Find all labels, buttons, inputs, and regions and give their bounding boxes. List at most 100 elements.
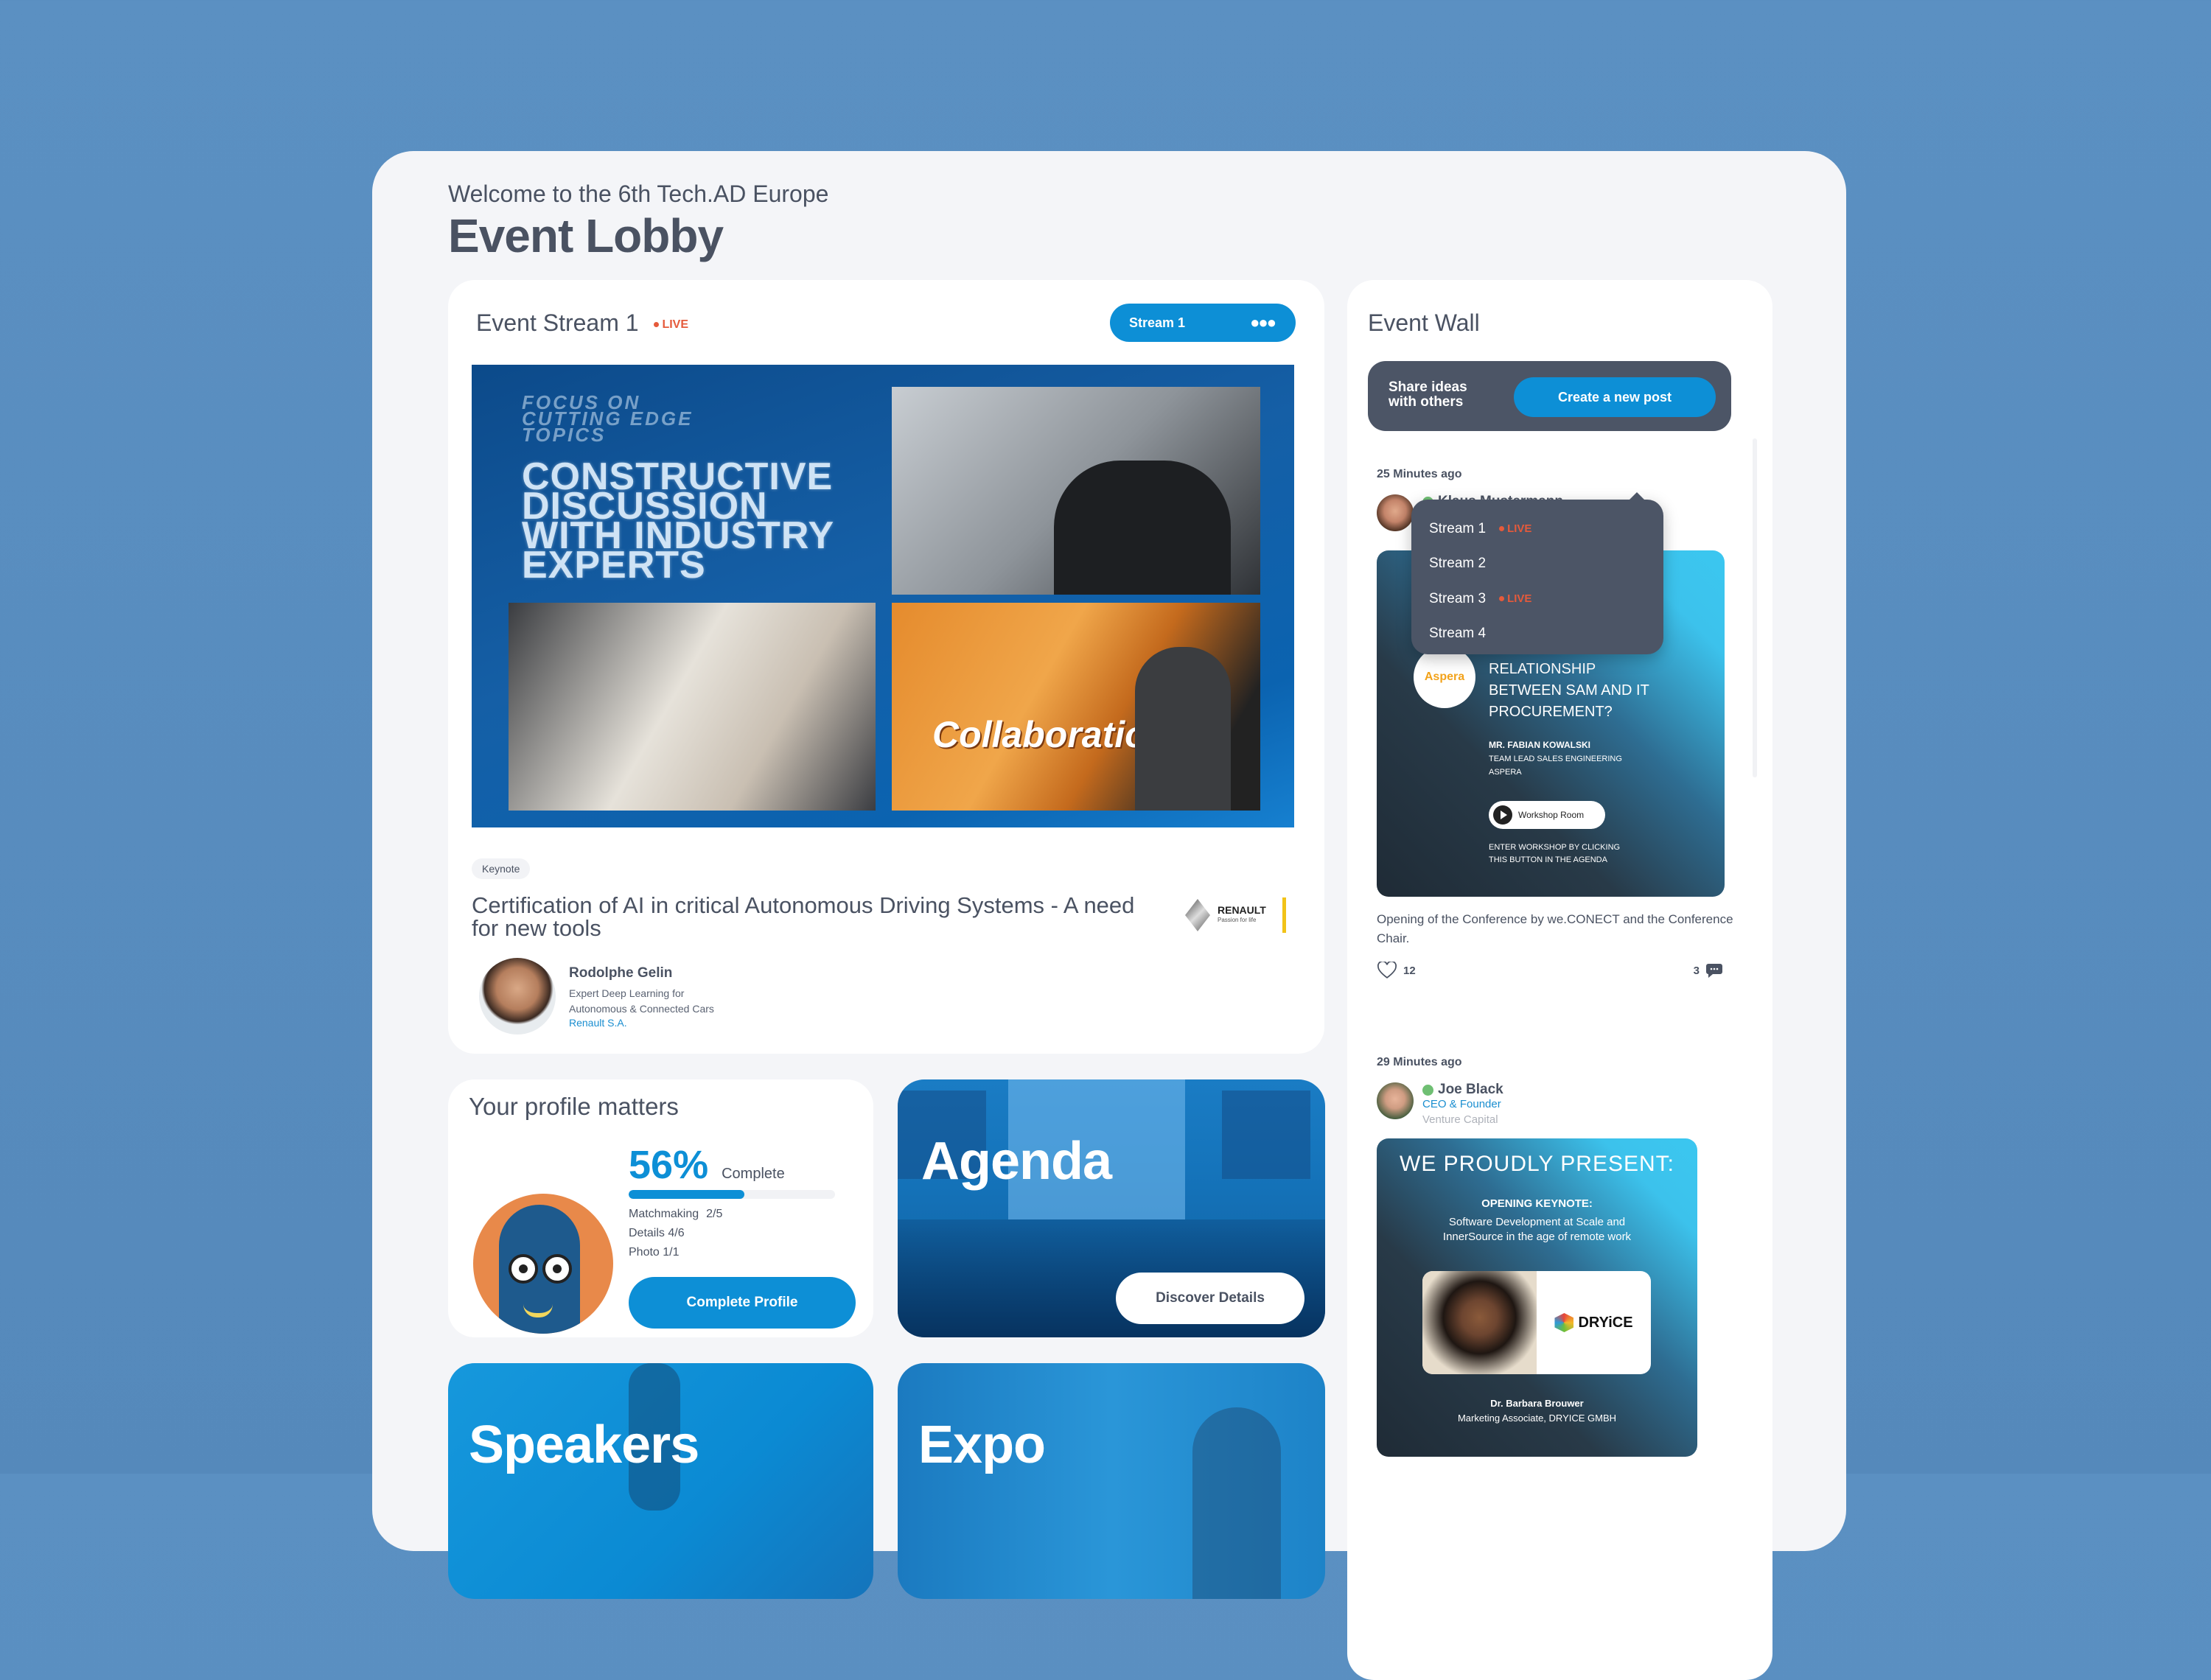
hint-line: THIS BUTTON IN THE AGENDA — [1489, 855, 1607, 864]
stream-option-2[interactable]: Stream 2 — [1429, 547, 1663, 582]
presenter-card: DRYiCE — [1422, 1271, 1651, 1374]
more-horizontal-icon[interactable]: ●●● — [1250, 313, 1276, 332]
profile-percent: 56% Complete — [629, 1142, 785, 1188]
expo-tile[interactable]: Expo — [898, 1363, 1325, 1599]
stream-title-text: Event Stream 1 — [476, 309, 639, 336]
mascot-eye — [509, 1254, 538, 1284]
keynote-label: OPENING KEYNOTE: — [1481, 1197, 1593, 1210]
speaker-avatar — [479, 958, 556, 1035]
share-box: Share ideas with others Create a new pos… — [1368, 361, 1731, 431]
event-stream-card: Event Stream 1 LIVE Stream 1 ●●● FOCUS O… — [448, 280, 1324, 1054]
speaker-name: Rodolphe Gelin — [569, 965, 673, 981]
stat-label: Details — [629, 1227, 665, 1239]
image-presenter: MR. FABIAN KOWALSKI TEAM LEAD SALES ENGI… — [1489, 738, 1622, 779]
live-dot-icon — [1499, 596, 1505, 602]
speaker-company[interactable]: Renault S.A. — [569, 1017, 714, 1029]
video-overlay-text: FOCUS ON CUTTING EDGE TOPICS CONSTRUCTIV… — [522, 393, 834, 584]
stream-option-1[interactable]: Stream 1 LIVE — [1429, 511, 1663, 547]
post-actions: 12 3 — [1377, 962, 1723, 979]
live-label: LIVE — [662, 318, 688, 331]
post-image[interactable]: WE PROUDLY PRESENT: OPENING KEYNOTE: Sof… — [1377, 1138, 1697, 1457]
stat-photo: Photo 1/1 — [629, 1243, 722, 1262]
discover-details-button[interactable]: Discover Details — [1116, 1273, 1304, 1324]
stream-selector[interactable]: Stream 1 ●●● — [1110, 304, 1296, 342]
stat-value: 2/5 — [706, 1208, 723, 1220]
welcome-text: Welcome to the 6th Tech.AD Europe — [448, 181, 829, 207]
presenter-photo — [1422, 1271, 1537, 1374]
question-line: PROCUREMENT? — [1489, 704, 1613, 720]
live-badge: LIVE — [654, 318, 688, 331]
verified-badge-icon — [1422, 1084, 1433, 1096]
stream-dropdown: Stream 1 LIVE Stream 2 Stream 3 LIVE Stream 4 — [1411, 492, 1663, 654]
live-dot-icon — [654, 321, 660, 327]
mascot-eye — [542, 1254, 572, 1284]
page-title: Event Lobby — [448, 209, 724, 262]
post-time: 25 Minutes ago — [1377, 468, 1462, 480]
stat-value: 4/6 — [668, 1227, 685, 1239]
post-caption: Opening of the Conference by we.CONECT a… — [1377, 912, 1733, 945]
profile-avatar — [473, 1194, 613, 1334]
keynote-line: InnerSource in the age of remote work — [1442, 1231, 1632, 1243]
stream-option-3[interactable]: Stream 3 LIVE — [1429, 581, 1663, 617]
profile-card: Your profile matters 56% Complete Matchm… — [448, 1079, 873, 1337]
create-post-button[interactable]: Create a new post — [1514, 377, 1716, 417]
agenda-title: Agenda — [921, 1132, 1112, 1191]
aspera-logo: Aspera — [1414, 646, 1475, 708]
speaker[interactable]: Rodolphe Gelin Expert Deep Learning for … — [479, 958, 714, 1035]
author-info: Joe Black CEO & Founder Venture Capital — [1422, 1082, 1503, 1128]
stream-title: Event Stream 1 LIVE — [476, 309, 688, 337]
sponsor-name: RENAULT Passion for life — [1218, 905, 1266, 925]
wall-post: 29 Minutes ago Joe Black CEO & Founder V… — [1377, 1056, 1745, 1457]
live-badge: LIVE — [1499, 585, 1531, 613]
event-wall-title: Event Wall — [1368, 309, 1480, 336]
like-button[interactable]: 12 — [1377, 962, 1416, 979]
video-small-text: FOCUS ON CUTTING EDGE TOPICS — [522, 393, 834, 444]
speaker-role-line: Autonomous & Connected Cars — [569, 1003, 714, 1015]
share-text: Share ideas with others — [1389, 380, 1467, 410]
profile-progress-fill — [629, 1190, 744, 1199]
video-tile-text: Collaboration — [932, 714, 1170, 755]
video-player[interactable]: FOCUS ON CUTTING EDGE TOPICS CONSTRUCTIV… — [472, 365, 1294, 827]
video-tile-speaker — [892, 387, 1260, 595]
hint-line: ENTER WORKSHOP BY CLICKING — [1489, 843, 1621, 852]
workshop-room-label: Workshop Room — [1518, 810, 1585, 820]
sponsor-logo[interactable]: RENAULT Passion for life — [1185, 897, 1286, 933]
keynote-text: Software Development at Scale and InnerS… — [1377, 1215, 1697, 1245]
presenter-role: Marketing Associate, DRYICE GMBH — [1457, 1413, 1617, 1424]
presenter-company: ASPERA — [1489, 768, 1522, 777]
speaker-role: Expert Deep Learning for Autonomous & Co… — [569, 986, 714, 1017]
speakers-tile[interactable]: Speakers — [448, 1363, 873, 1599]
dryice-logo-icon — [1554, 1313, 1574, 1332]
like-count: 12 — [1403, 964, 1416, 977]
wall-scrollbar[interactable] — [1753, 438, 1757, 777]
share-text-line: with others — [1389, 394, 1464, 410]
person-silhouette — [1054, 461, 1231, 595]
post-time: 29 Minutes ago — [1377, 1056, 1462, 1068]
person-silhouette — [1135, 647, 1231, 811]
stream-option-4[interactable]: Stream 4 — [1429, 617, 1663, 652]
stat-details: Details 4/6 — [629, 1224, 722, 1243]
speaker-role-line: Expert Deep Learning for — [569, 987, 685, 999]
percent-label: Complete — [722, 1166, 785, 1182]
person-silhouette — [1192, 1407, 1281, 1599]
workshop-hint: ENTER WORKSHOP BY CLICKING THIS BUTTON I… — [1489, 841, 1620, 867]
post-author[interactable]: Joe Black CEO & Founder Venture Capital — [1377, 1082, 1745, 1128]
chat-bubble-icon — [1706, 964, 1722, 978]
author-name: Joe Black — [1422, 1082, 1503, 1097]
video-tile-presentation: Collaboration — [892, 603, 1260, 811]
sponsor-slogan: Passion for life — [1218, 917, 1257, 923]
sponsor-accent-bar — [1282, 897, 1286, 933]
heart-icon — [1377, 962, 1397, 979]
author-avatar — [1377, 494, 1414, 531]
talk-title: Certification of AI in critical Autonomo… — [472, 892, 1135, 941]
profile-title: Your profile matters — [469, 1093, 679, 1120]
comment-button[interactable]: 3 — [1694, 962, 1723, 979]
video-big-text: CONSTRUCTIVE DISCUSSION WITH INDUSTRY EX… — [522, 458, 834, 584]
image-heading: WE PROUDLY PRESENT: — [1400, 1152, 1674, 1176]
author-avatar — [1377, 1082, 1414, 1119]
stream-option-label: Stream 1 — [1429, 520, 1487, 536]
agenda-tile[interactable]: Agenda Discover Details — [898, 1079, 1325, 1337]
author-role: CEO & Founder — [1422, 1098, 1501, 1110]
play-icon — [1493, 805, 1512, 825]
complete-profile-button[interactable]: Complete Profile — [629, 1277, 856, 1329]
